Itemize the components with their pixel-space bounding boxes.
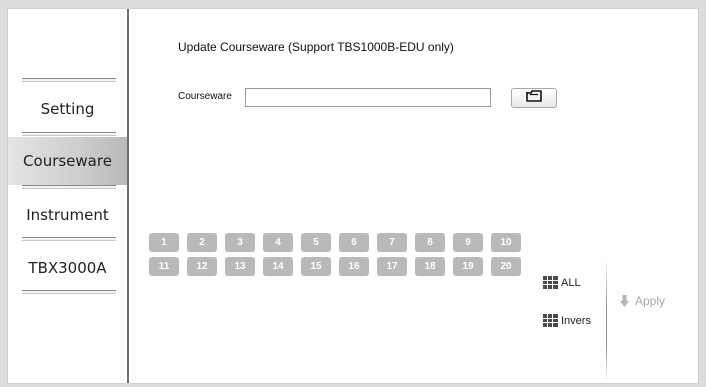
number-button[interactable]: 17 [377, 257, 407, 276]
browse-folder-button[interactable] [511, 88, 557, 108]
invert-selection-button[interactable]: Invers [543, 314, 591, 327]
number-button[interactable]: 18 [415, 257, 445, 276]
number-button[interactable]: 9 [453, 233, 483, 252]
select-all-label: ALL [561, 276, 581, 289]
page-title: Update Courseware (Support TBS1000B-EDU … [178, 40, 454, 54]
number-button[interactable]: 1 [149, 233, 179, 252]
invert-selection-label: Invers [561, 314, 591, 327]
vertical-divider [606, 259, 607, 382]
sidebar-item-setting[interactable]: Setting [8, 85, 127, 133]
number-button[interactable]: 3 [225, 233, 255, 252]
apply-button[interactable]: Apply [620, 294, 665, 308]
sidebar-divider [22, 237, 116, 241]
grid-icon [543, 276, 558, 289]
number-button[interactable]: 8 [415, 233, 445, 252]
number-button[interactable]: 20 [491, 257, 521, 276]
number-button[interactable]: 4 [263, 233, 293, 252]
sidebar-item-label: TBX3000A [28, 259, 107, 277]
download-arrow-icon [620, 295, 629, 307]
number-button[interactable]: 5 [301, 233, 331, 252]
number-button[interactable]: 16 [339, 257, 369, 276]
number-button[interactable]: 12 [187, 257, 217, 276]
number-button[interactable]: 13 [225, 257, 255, 276]
sidebar-divider [22, 132, 116, 136]
courseware-label: Courseware [178, 91, 232, 102]
number-button[interactable]: 11 [149, 257, 179, 276]
sidebar: Setting Courseware Instrument TBX3000A [8, 9, 129, 383]
sidebar-item-label: Setting [40, 100, 95, 118]
number-button[interactable]: 2 [187, 233, 217, 252]
sidebar-item-label: Courseware [23, 152, 112, 170]
sidebar-item-tbx3000a[interactable]: TBX3000A [8, 244, 127, 292]
sidebar-item-label: Instrument [26, 206, 109, 224]
number-button[interactable]: 14 [263, 257, 293, 276]
number-button[interactable]: 10 [491, 233, 521, 252]
number-button[interactable]: 6 [339, 233, 369, 252]
folder-icon [526, 89, 542, 107]
sidebar-item-courseware[interactable]: Courseware [8, 137, 127, 185]
select-all-button[interactable]: ALL [543, 276, 581, 289]
number-button[interactable]: 7 [377, 233, 407, 252]
number-button[interactable]: 15 [301, 257, 331, 276]
sidebar-divider [22, 185, 116, 189]
sidebar-divider [22, 78, 116, 82]
sidebar-divider [22, 290, 116, 294]
main-window: Setting Courseware Instrument TBX3000A U… [7, 8, 699, 384]
sidebar-item-instrument[interactable]: Instrument [8, 191, 127, 239]
apply-label: Apply [635, 294, 666, 308]
courseware-path-input[interactable] [245, 88, 491, 107]
grid-icon [543, 314, 558, 327]
number-button[interactable]: 19 [453, 257, 483, 276]
